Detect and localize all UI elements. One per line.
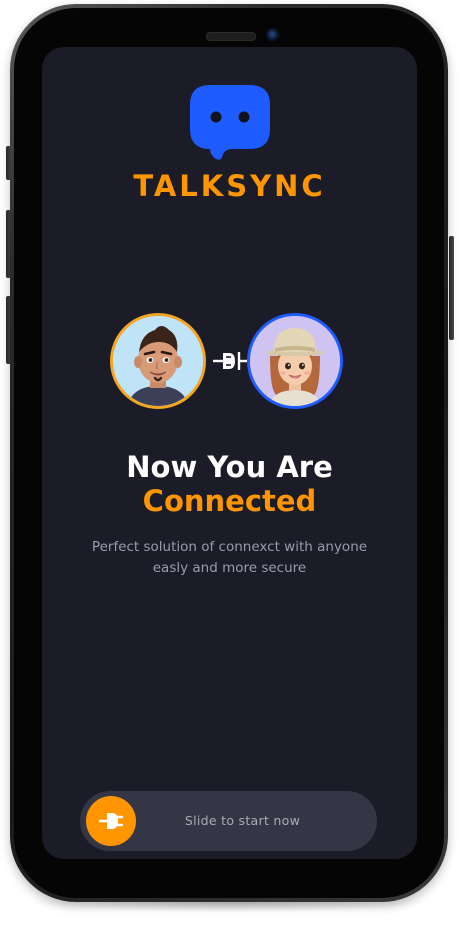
subtitle: Perfect solution of connexct with anyone…: [62, 537, 397, 579]
plug-connector-icon: [212, 347, 248, 375]
earpiece-speaker: [206, 32, 256, 41]
chat-bubble-logo-icon: [188, 83, 272, 161]
woman-memoji-avatar-icon: [250, 316, 340, 406]
headline-line-2: Connected: [142, 484, 317, 518]
plug-icon: [99, 813, 123, 829]
app-name: TALKSYNC: [133, 169, 326, 203]
user-avatar-right: [247, 313, 343, 409]
app-screen: TALKSYNC Now You Are Connected Perfect s…: [42, 47, 417, 859]
subtitle-line-2: easly and more secure: [152, 560, 307, 576]
front-camera: [266, 28, 280, 42]
power-button: [449, 236, 454, 340]
headline-line-1: Now You Are: [126, 450, 333, 484]
slider-label: Slide to start now: [184, 813, 301, 828]
slider-knob[interactable]: [86, 796, 136, 846]
man-memoji-avatar-icon: [113, 316, 203, 406]
subtitle-line-1: Perfect solution of connexct with anyone: [91, 539, 368, 555]
user-avatar-left: [110, 313, 206, 409]
slide-to-start-track[interactable]: Slide to start now: [80, 791, 377, 851]
device-mockup: TALKSYNC Now You Are Connected Perfect s…: [0, 0, 460, 930]
